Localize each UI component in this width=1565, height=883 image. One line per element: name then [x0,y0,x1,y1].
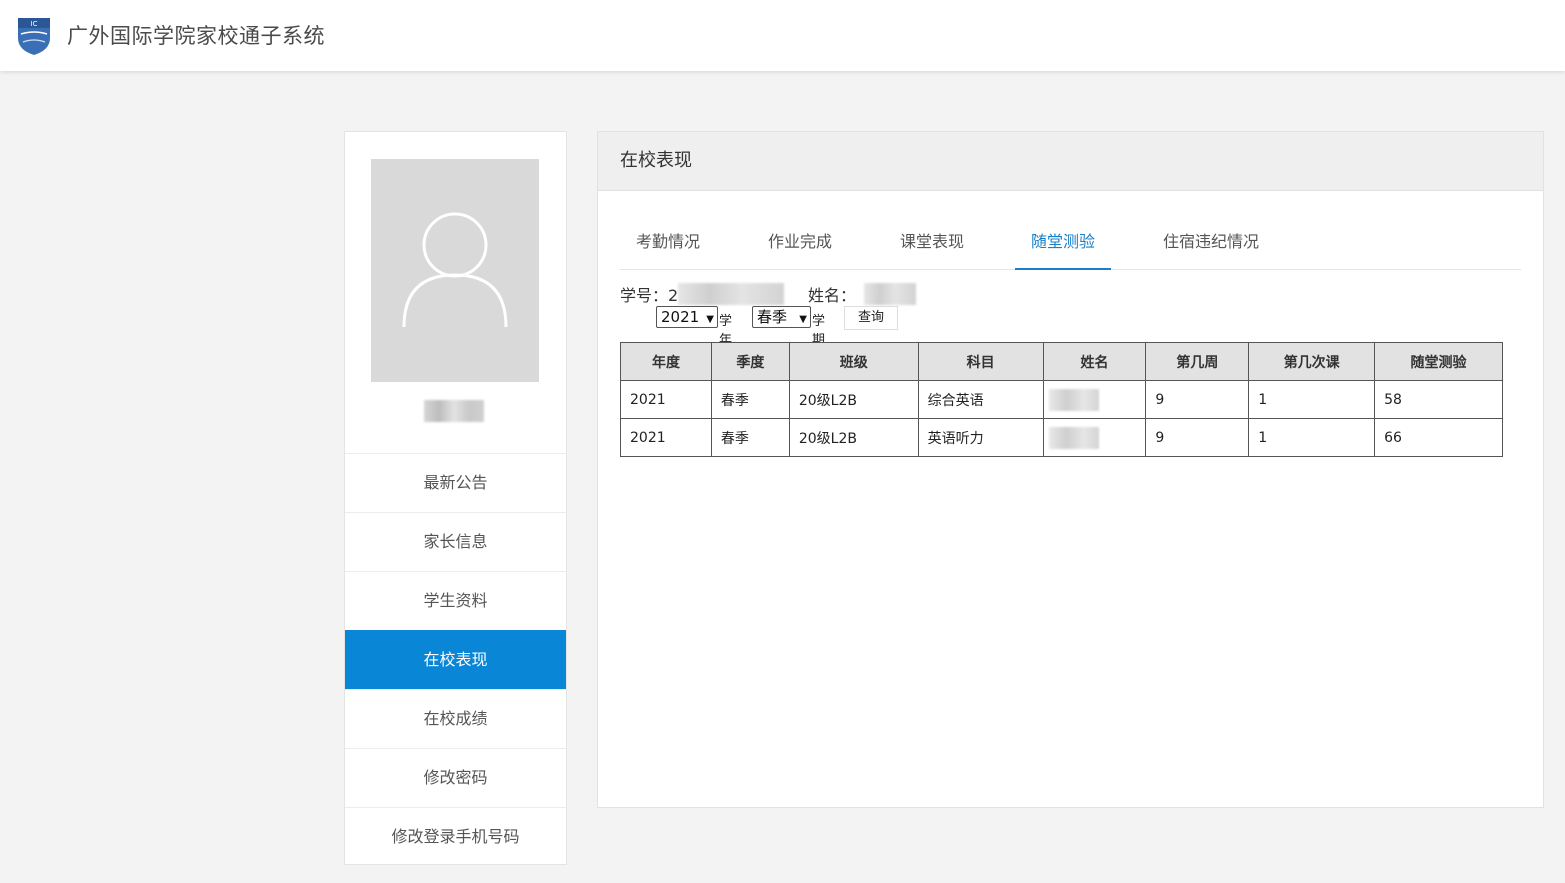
table-row: 2021 春季 20级L2B 综合英语 9 1 58 [620,380,1503,419]
col-quiz-score: 随堂测验 [1374,342,1503,381]
cell-week: 9 [1145,380,1250,419]
tab-quiz[interactable]: 随堂测验 [1015,218,1111,270]
term-select[interactable]: 春季 ▼ [752,306,811,328]
table-row: 2021 春季 20级L2B 英语听力 9 1 66 [620,418,1503,457]
cell-season: 春季 [710,418,790,457]
col-season: 季度 [710,342,790,381]
tab-class-performance[interactable]: 课堂表现 [884,218,980,270]
name-redacted [1048,388,1099,411]
svg-text:IC: IC [31,20,38,28]
col-week: 第几周 [1145,342,1250,381]
cell-class: 20级L2B [788,380,919,419]
tab-bar: 考勤情况 作业完成 课堂表现 随堂测验 住宿违纪情况 [620,218,1521,270]
sidebar-item-student-profile[interactable]: 学生资料 [345,571,566,630]
cell-subject: 综合英语 [917,380,1044,419]
cell-season: 春季 [710,380,790,419]
sidebar-item-school-performance[interactable]: 在校表现 [345,630,566,689]
sidebar-item-change-phone[interactable]: 修改登录手机号码 [345,807,566,866]
cell-name [1042,418,1147,457]
cell-subject: 英语听力 [917,418,1044,457]
col-lesson: 第几次课 [1248,342,1376,381]
table-header-row: 年度 季度 班级 科目 姓名 第几周 第几次课 随堂测验 [620,342,1503,381]
school-logo-icon: IC [18,18,50,55]
col-class: 班级 [788,342,919,381]
col-name: 姓名 [1042,342,1147,381]
sidebar-item-school-grades[interactable]: 在校成绩 [345,689,566,748]
sidebar-item-change-password[interactable]: 修改密码 [345,748,566,807]
sidebar: 最新公告 家长信息 学生资料 在校表现 在校成绩 修改密码 修改登录手机号码 [344,131,567,865]
chevron-down-icon: ▼ [799,314,807,325]
panel-title: 在校表现 [598,132,1543,191]
tab-homework[interactable]: 作业完成 [752,218,848,270]
cell-score: 58 [1374,380,1503,419]
cell-year: 2021 [620,418,712,457]
col-year: 年度 [620,342,712,381]
avatar [371,159,539,382]
sidebar-menu: 最新公告 家长信息 学生资料 在校表现 在校成绩 修改密码 修改登录手机号码 [345,453,566,866]
name-label: 姓名： [808,286,857,305]
cell-lesson: 1 [1248,418,1376,457]
user-icon [402,212,508,328]
cell-score: 66 [1374,418,1503,457]
quiz-table: 年度 季度 班级 科目 姓名 第几周 第几次课 随堂测验 2021 春季 20级… [620,342,1503,457]
cell-name [1042,380,1147,419]
cell-class: 20级L2B [788,418,919,457]
col-subject: 科目 [917,342,1044,381]
cell-year: 2021 [620,380,712,419]
main-panel: 在校表现 考勤情况 作业完成 课堂表现 随堂测验 住宿违纪情况 学号：2 姓名：… [597,131,1544,808]
name-redacted [864,283,916,305]
sidebar-item-announcements[interactable]: 最新公告 [345,453,566,512]
query-button[interactable]: 查询 [844,306,898,330]
student-name-redacted [424,400,484,422]
app-title: 广外国际学院家校通子系统 [67,24,325,48]
tab-dorm-violations[interactable]: 住宿违纪情况 [1146,218,1276,270]
student-id-redacted [678,283,784,305]
top-bar: IC 广外国际学院家校通子系统 [0,0,1565,71]
cell-lesson: 1 [1248,380,1376,419]
name-redacted [1048,426,1099,449]
cell-week: 9 [1145,418,1250,457]
sidebar-item-parent-info[interactable]: 家长信息 [345,512,566,571]
student-id-label: 学号：2 [620,286,679,305]
chevron-down-icon: ▼ [706,314,714,325]
year-select[interactable]: 2021 ▼ [656,306,718,328]
tab-attendance[interactable]: 考勤情况 [620,218,716,270]
